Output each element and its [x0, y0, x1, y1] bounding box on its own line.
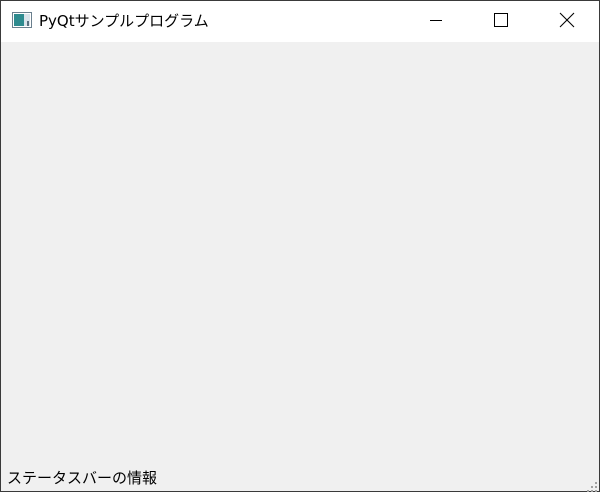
minimize-icon — [429, 12, 443, 31]
window-title: PyQtサンプルプログラム — [39, 12, 209, 30]
close-button[interactable] — [544, 1, 590, 42]
status-bar: ステータスバーの情報 — [1, 462, 599, 492]
main-window: PyQtサンプルプログラム ステータスバーの情報 — [0, 0, 600, 492]
close-icon — [559, 12, 575, 32]
central-area — [1, 42, 599, 462]
maximize-button[interactable] — [478, 1, 524, 42]
title-bar[interactable]: PyQtサンプルプログラム — [1, 1, 599, 42]
size-grip-icon[interactable] — [586, 478, 598, 492]
minimize-button[interactable] — [413, 1, 459, 42]
maximize-icon — [494, 12, 508, 31]
status-message: ステータスバーの情報 — [7, 469, 158, 487]
app-icon[interactable] — [12, 12, 32, 28]
